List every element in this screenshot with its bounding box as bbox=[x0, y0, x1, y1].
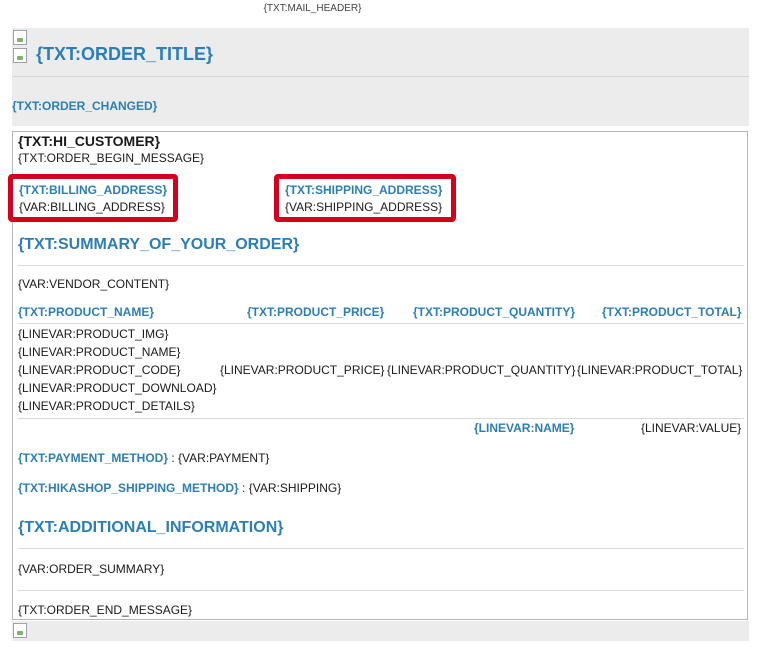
vendor-content: {VAR:VENDOR_CONTENT} bbox=[18, 277, 170, 291]
billing-address-highlight: {TXT:BILLING_ADDRESS} {VAR:BILLING_ADDRE… bbox=[8, 174, 178, 222]
column-product-total: {TXT:PRODUCT_TOTAL} bbox=[602, 305, 742, 319]
product-img-var: {LINEVAR:PRODUCT_IMG} bbox=[18, 327, 169, 341]
order-changed: {TXT:ORDER_CHANGED} bbox=[12, 99, 158, 113]
order-begin-message: {TXT:ORDER_BEGIN_MESSAGE} bbox=[18, 151, 205, 165]
divider bbox=[12, 76, 749, 77]
broken-image-icon bbox=[13, 48, 27, 63]
column-product-price: {TXT:PRODUCT_PRICE} bbox=[247, 305, 385, 319]
broken-image-icon bbox=[13, 30, 27, 45]
payment-separator: : bbox=[168, 451, 179, 465]
product-download-var: {LINEVAR:PRODUCT_DOWNLOAD} bbox=[18, 381, 217, 395]
billing-address-value: {VAR:BILLING_ADDRESS} bbox=[19, 200, 165, 214]
line-value: {LINEVAR:VALUE} bbox=[641, 421, 742, 435]
divider bbox=[18, 323, 744, 324]
hi-customer: {TXT:HI_CUSTOMER} bbox=[18, 133, 161, 149]
shipping-address-value: {VAR:SHIPPING_ADDRESS} bbox=[285, 200, 443, 214]
shipping-method-value: {VAR:SHIPPING} bbox=[248, 481, 342, 495]
order-end-message: {TXT:ORDER_END_MESSAGE} bbox=[18, 603, 193, 617]
shipping-method-separator: : bbox=[238, 481, 249, 495]
payment-method-label: {TXT:PAYMENT_METHOD} bbox=[18, 451, 169, 465]
summary-title: {TXT:SUMMARY_OF_YOUR_ORDER} bbox=[18, 236, 300, 253]
column-product-name: {TXT:PRODUCT_NAME} bbox=[18, 305, 155, 319]
additional-information-title: {TXT:ADDITIONAL_INFORMATION} bbox=[18, 519, 284, 536]
shipping-address-label: {TXT:SHIPPING_ADDRESS} bbox=[285, 183, 443, 197]
divider bbox=[18, 548, 744, 549]
product-details-var: {LINEVAR:PRODUCT_DETAILS} bbox=[18, 399, 195, 413]
product-name-var: {LINEVAR:PRODUCT_NAME} bbox=[18, 345, 181, 359]
order-summary: {VAR:ORDER_SUMMARY} bbox=[18, 562, 165, 576]
divider bbox=[18, 265, 744, 266]
billing-address-label: {TXT:BILLING_ADDRESS} bbox=[19, 183, 168, 197]
divider bbox=[18, 418, 744, 419]
shipping-method-row: {TXT:HIKASHOP_SHIPPING_METHOD} : {VAR:SH… bbox=[18, 481, 341, 495]
order-title: {TXT:ORDER_TITLE} bbox=[36, 44, 214, 64]
product-quantity-var: {LINEVAR:PRODUCT_QUANTITY} bbox=[387, 363, 576, 377]
column-product-quantity: {TXT:PRODUCT_QUANTITY} bbox=[413, 305, 576, 319]
divider bbox=[18, 590, 744, 591]
shipping-method-label: {TXT:HIKASHOP_SHIPPING_METHOD} bbox=[18, 481, 239, 495]
line-name: {LINEVAR:NAME} bbox=[474, 421, 575, 435]
shipping-address-highlight: {TXT:SHIPPING_ADDRESS} {VAR:SHIPPING_ADD… bbox=[274, 174, 456, 222]
product-total-var: {LINEVAR:PRODUCT_TOTAL} bbox=[577, 363, 743, 377]
footer-panel bbox=[12, 621, 749, 641]
payment-method-row: {TXT:PAYMENT_METHOD} : {VAR:PAYMENT} bbox=[18, 451, 269, 465]
broken-image-icon bbox=[13, 623, 27, 638]
payment-value: {VAR:PAYMENT} bbox=[178, 451, 270, 465]
product-code-var: {LINEVAR:PRODUCT_CODE} bbox=[18, 363, 181, 377]
product-price-var: {LINEVAR:PRODUCT_PRICE} bbox=[220, 363, 385, 377]
mail-header: {TXT:MAIL_HEADER} bbox=[263, 3, 362, 14]
